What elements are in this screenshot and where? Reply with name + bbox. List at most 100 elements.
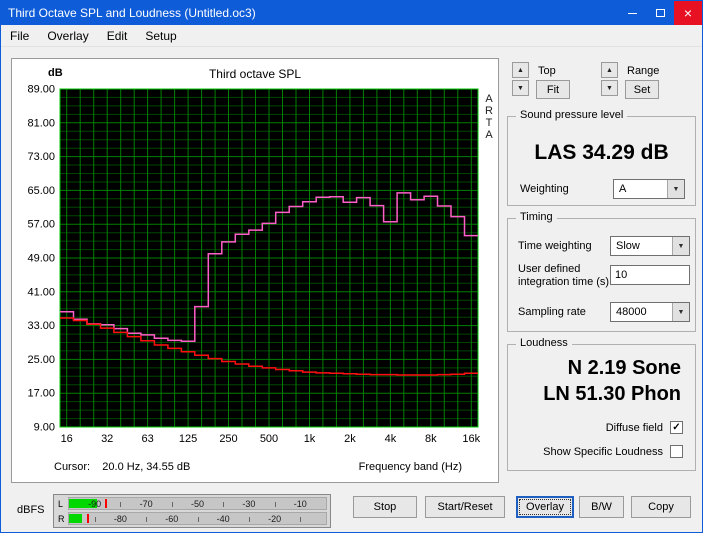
top-down-button[interactable]: ▼ xyxy=(512,80,529,96)
menu-bar: File Overlay Edit Setup xyxy=(1,25,702,47)
svg-text:125: 125 xyxy=(179,433,197,445)
chart-title: Third octave SPL xyxy=(208,67,302,81)
arta-watermark: A R T A xyxy=(485,93,493,141)
time-weighting-label: Time weighting xyxy=(518,240,592,252)
svg-text:65.00: 65.00 xyxy=(27,185,55,197)
menu-overlay[interactable]: Overlay xyxy=(38,26,97,46)
svg-text:500: 500 xyxy=(260,433,278,445)
bw-button[interactable]: B/W xyxy=(579,496,624,518)
phon-readout: LN 51.30 Phon xyxy=(543,383,681,405)
arrow-down-icon: ▼ xyxy=(606,84,613,92)
fit-button[interactable]: Fit xyxy=(536,80,570,99)
spl-group: Sound pressure level LAS 34.29 dB Weight… xyxy=(507,109,696,206)
svg-text:16k: 16k xyxy=(462,433,480,445)
svg-text:8k: 8k xyxy=(425,433,437,445)
top-up-button[interactable]: ▲ xyxy=(512,62,529,78)
menu-setup[interactable]: Setup xyxy=(136,26,185,46)
arrow-down-icon: ▼ xyxy=(517,84,524,92)
svg-text:81.00: 81.00 xyxy=(27,117,55,129)
svg-text:41.00: 41.00 xyxy=(27,286,55,298)
weighting-select[interactable]: A ▼ xyxy=(613,179,685,199)
chart-panel: dB Third octave SPL 89.00 81.00 73.00 65.00… xyxy=(11,58,499,483)
timing-group: Timing Time weighting Slow ▼ User define… xyxy=(507,211,696,332)
sampling-rate-value: 48000 xyxy=(616,306,647,318)
svg-text:16: 16 xyxy=(61,433,73,445)
weighting-label: Weighting xyxy=(520,183,569,195)
app-window: Third Octave SPL and Loudness (Untitled.… xyxy=(0,0,703,533)
svg-text:25.00: 25.00 xyxy=(27,354,55,366)
copy-button[interactable]: Copy xyxy=(631,496,691,518)
diffuse-field-checkbox[interactable] xyxy=(670,421,683,434)
minimize-button[interactable] xyxy=(618,1,646,25)
svg-text:63: 63 xyxy=(141,433,153,445)
meter-channel-right-label: R xyxy=(58,513,65,524)
svg-text:17.00: 17.00 xyxy=(27,388,55,400)
integration-time-input[interactable] xyxy=(610,265,690,285)
svg-text:33.00: 33.00 xyxy=(27,320,55,332)
svg-text:57.00: 57.00 xyxy=(27,219,55,231)
arrow-up-icon: ▲ xyxy=(606,66,613,74)
caption-buttons: × xyxy=(618,1,702,25)
x-axis-label: Frequency band (Hz) xyxy=(358,461,462,473)
start-reset-button[interactable]: Start/Reset xyxy=(425,496,505,518)
range-down-button[interactable]: ▼ xyxy=(601,80,618,96)
title-bar[interactable]: Third Octave SPL and Loudness (Untitled.… xyxy=(1,1,702,25)
specific-loudness-label: Show Specific Loudness xyxy=(543,445,663,458)
set-button[interactable]: Set xyxy=(625,80,659,99)
chevron-down-icon[interactable]: ▼ xyxy=(672,237,689,255)
dbfs-label: dBFS xyxy=(17,504,45,516)
diffuse-field-row: Diffuse field xyxy=(606,421,683,434)
integration-time-label-line1: User defined xyxy=(518,263,581,275)
meter-track-right: -80 -60 -40 -20 xyxy=(68,512,327,525)
svg-text:32: 32 xyxy=(101,433,113,445)
maximize-icon xyxy=(655,9,665,17)
time-weighting-value: Slow xyxy=(616,240,640,252)
svg-text:73.00: 73.00 xyxy=(27,151,55,163)
sone-readout: N 2.19 Sone xyxy=(567,357,681,379)
sampling-rate-select[interactable]: 48000 ▼ xyxy=(610,302,690,322)
sampling-rate-label: Sampling rate xyxy=(518,306,586,318)
spl-readout: LAS 34.29 dB xyxy=(534,141,669,164)
range-up-button[interactable]: ▲ xyxy=(601,62,618,78)
meter-fill xyxy=(69,514,82,523)
svg-text:89.00: 89.00 xyxy=(27,84,55,96)
maximize-button[interactable] xyxy=(646,1,674,25)
specific-loudness-checkbox[interactable] xyxy=(670,445,683,458)
timing-group-title: Timing xyxy=(516,211,557,223)
specific-loudness-row: Show Specific Loudness xyxy=(543,445,683,458)
spl-group-title: Sound pressure level xyxy=(516,109,628,121)
chevron-down-icon[interactable]: ▼ xyxy=(667,180,684,198)
diffuse-field-label: Diffuse field xyxy=(605,421,663,434)
top-label: Top xyxy=(538,65,556,77)
meter-row-left: L -90 -70 -50 -30 -10 xyxy=(57,496,327,511)
range-label: Range xyxy=(627,65,660,77)
meter-row-right: R -80 -60 -40 -20 xyxy=(57,511,327,526)
cursor-readout: Cursor: 20.0 Hz, 34.55 dB xyxy=(54,461,191,473)
meter-track-left: -90 -70 -50 -30 -10 xyxy=(68,497,327,510)
stop-button[interactable]: Stop xyxy=(353,496,417,518)
svg-text:250: 250 xyxy=(219,433,237,445)
chevron-down-icon[interactable]: ▼ xyxy=(672,303,689,321)
meter-peak-indicator xyxy=(104,499,107,508)
level-meter: L -90 -70 -50 -30 -10 R -80 -60 -40 -20 xyxy=(53,494,331,528)
svg-text:4k: 4k xyxy=(385,433,397,445)
svg-text:1k: 1k xyxy=(304,433,316,445)
weighting-value: A xyxy=(619,183,627,195)
svg-text:9.00: 9.00 xyxy=(34,422,55,434)
loudness-group: Loudness N 2.19 Sone LN 51.30 Phon Diffu… xyxy=(507,337,696,471)
minimize-icon xyxy=(627,12,637,14)
close-icon: × xyxy=(683,5,693,21)
overlay-button[interactable]: Overlay xyxy=(516,496,574,518)
menu-edit[interactable]: Edit xyxy=(98,26,137,46)
menu-file[interactable]: File xyxy=(1,26,38,46)
svg-text:2k: 2k xyxy=(344,433,356,445)
svg-text:49.00: 49.00 xyxy=(27,253,55,265)
loudness-group-title: Loudness xyxy=(516,337,572,349)
window-title: Third Octave SPL and Loudness (Untitled.… xyxy=(8,6,256,20)
integration-time-label-line2: integration time (s) xyxy=(518,276,610,288)
close-button[interactable]: × xyxy=(674,1,702,25)
arrow-up-icon: ▲ xyxy=(517,66,524,74)
time-weighting-select[interactable]: Slow ▼ xyxy=(610,236,690,256)
spl-plot[interactable]: 89.00 81.00 73.00 65.00 57.00 49.00 41.00 33.00… xyxy=(14,81,496,457)
meter-channel-left-label: L xyxy=(58,498,64,509)
